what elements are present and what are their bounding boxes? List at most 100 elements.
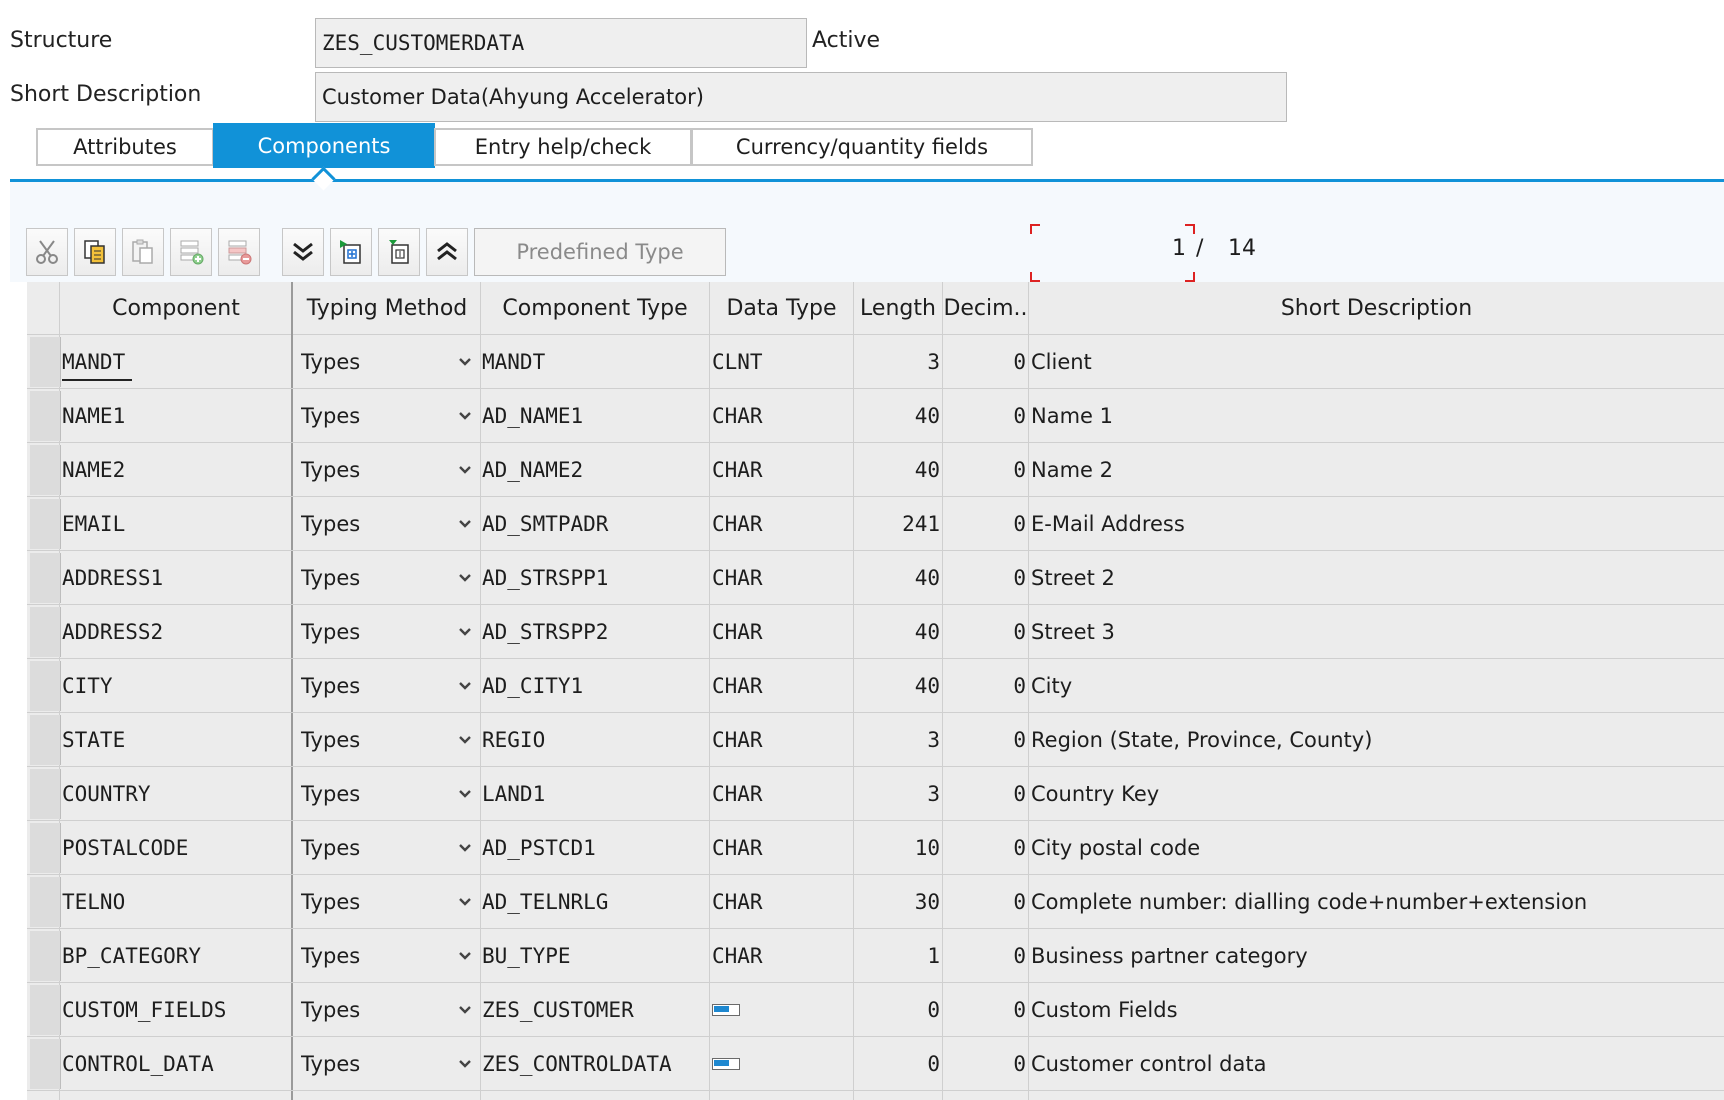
row-selector[interactable] [30,553,61,603]
decimals-cell[interactable]: 0 [944,767,1026,821]
length-cell[interactable]: 40 [856,389,940,443]
decimals-cell[interactable]: 0 [944,821,1026,875]
col-header-length[interactable]: Length [854,282,942,334]
tab-components[interactable]: Components [213,123,435,168]
length-cell[interactable]: 3 [856,713,940,767]
typing-method-cell[interactable]: Types [301,389,451,443]
chevron-down-icon[interactable] [457,462,473,478]
predefined-type-button[interactable]: Predefined Type [474,228,726,276]
chevron-down-icon[interactable] [457,570,473,586]
typing-method-cell[interactable]: Types [301,659,451,713]
typing-method-cell[interactable]: Types [301,713,451,767]
row-selector[interactable] [30,445,61,495]
col-header-decimals[interactable]: Decim.. [943,282,1028,334]
data-type-cell[interactable]: CHAR [712,389,852,443]
row-selector[interactable] [30,769,61,819]
copy-button[interactable] [74,228,116,276]
data-type-cell[interactable]: CHAR [712,497,852,551]
col-header-component-type[interactable]: Component Type [481,282,709,334]
row-selector[interactable] [30,823,61,873]
typing-method-cell[interactable]: Types [301,497,451,551]
decimals-cell[interactable]: 0 [944,389,1026,443]
length-cell[interactable]: 10 [856,821,940,875]
typing-method-cell[interactable]: Types [301,1037,451,1091]
insert-row-button[interactable] [170,228,212,276]
data-type-cell[interactable]: CHAR [712,821,852,875]
length-cell[interactable]: 3 [856,767,940,821]
paste-button[interactable] [122,228,164,276]
short-description-cell[interactable]: Client [1031,335,1721,389]
short-description-cell[interactable]: Street 3 [1031,605,1721,659]
decimals-cell[interactable]: 0 [944,929,1026,983]
pager-current[interactable]: 1 [1172,236,1186,261]
chevron-down-icon[interactable] [457,678,473,694]
col-header-data-type[interactable]: Data Type [710,282,853,334]
chevron-down-icon[interactable] [457,894,473,910]
length-cell[interactable]: 40 [856,659,940,713]
chevron-down-icon[interactable] [457,516,473,532]
short-description-cell[interactable]: City [1031,659,1721,713]
data-type-cell[interactable]: CHAR [712,443,852,497]
short-description-cell[interactable]: Region (State, Province, County) [1031,713,1721,767]
component-cell[interactable]: COUNTRY [62,767,288,821]
row-selector[interactable] [30,931,61,981]
short-description-cell[interactable]: Custom Fields [1031,983,1721,1037]
decimals-cell[interactable]: 0 [944,605,1026,659]
short-description-cell[interactable]: Customer control data [1031,1037,1721,1091]
data-type-cell[interactable]: CHAR [712,875,852,929]
typing-method-cell[interactable]: Types [301,605,451,659]
chevron-down-icon[interactable] [457,408,473,424]
length-cell[interactable]: 0 [856,983,940,1037]
decimals-cell[interactable]: 0 [944,497,1026,551]
data-type-cell[interactable] [712,983,852,1037]
chevron-down-icon[interactable] [457,1056,473,1072]
typing-method-cell[interactable]: Types [301,767,451,821]
tab-attributes[interactable]: Attributes [36,128,214,166]
collapse-all-button[interactable] [426,228,468,276]
component-type-cell[interactable]: REGIO [482,713,708,767]
chevron-down-icon[interactable] [457,1002,473,1018]
component-type-cell[interactable]: AD_CITY1 [482,659,708,713]
component-cell[interactable]: CONTROL_DATA [62,1037,288,1091]
length-cell[interactable]: 40 [856,551,940,605]
row-selector[interactable] [30,985,61,1035]
typing-method-cell[interactable]: Types [301,335,451,389]
chevron-down-icon[interactable] [457,732,473,748]
component-type-cell[interactable]: ZES_CUSTOMER [482,983,708,1037]
component-cell[interactable]: BP_CATEGORY [62,929,288,983]
row-selector[interactable] [30,607,61,657]
row-selector[interactable] [30,877,61,927]
component-cell[interactable]: ADDRESS1 [62,551,288,605]
component-type-cell[interactable]: AD_STRSPP2 [482,605,708,659]
insert-component-button[interactable] [330,228,372,276]
row-selector[interactable] [30,1039,61,1089]
tab-currency-quantity-fields[interactable]: Currency/quantity fields [691,128,1033,166]
component-type-cell[interactable]: MANDT [482,335,708,389]
row-selector[interactable] [30,661,61,711]
short-description-cell[interactable]: Street 2 [1031,551,1721,605]
col-header-typing-method[interactable]: Typing Method [294,282,480,334]
length-cell[interactable]: 40 [856,443,940,497]
typing-method-cell[interactable]: Types [301,983,451,1037]
component-type-cell[interactable]: AD_SMTPADR [482,497,708,551]
length-cell[interactable]: 241 [856,497,940,551]
data-type-cell[interactable]: CHAR [712,929,852,983]
component-type-cell[interactable]: AD_TELNRLG [482,875,708,929]
component-cell[interactable]: NAME1 [62,389,288,443]
length-cell[interactable]: 1 [856,929,940,983]
data-type-cell[interactable]: CHAR [712,605,852,659]
component-type-cell[interactable]: AD_STRSPP1 [482,551,708,605]
short-description-cell[interactable]: Complete number: dialling code+number+ex… [1031,875,1721,929]
length-cell[interactable]: 3 [856,335,940,389]
component-cell[interactable]: CITY [62,659,288,713]
data-type-cell[interactable]: CHAR [712,551,852,605]
chevron-down-icon[interactable] [457,354,473,370]
row-selector[interactable] [30,391,61,441]
typing-method-cell[interactable]: Types [301,443,451,497]
chevron-down-icon[interactable] [457,948,473,964]
data-type-cell[interactable]: CHAR [712,659,852,713]
decimals-cell[interactable]: 0 [944,875,1026,929]
structure-name-field[interactable]: ZES_CUSTOMERDATA [315,18,807,68]
decimals-cell[interactable]: 0 [944,335,1026,389]
short-description-field[interactable]: Customer Data(Ahyung Accelerator) [315,72,1287,122]
